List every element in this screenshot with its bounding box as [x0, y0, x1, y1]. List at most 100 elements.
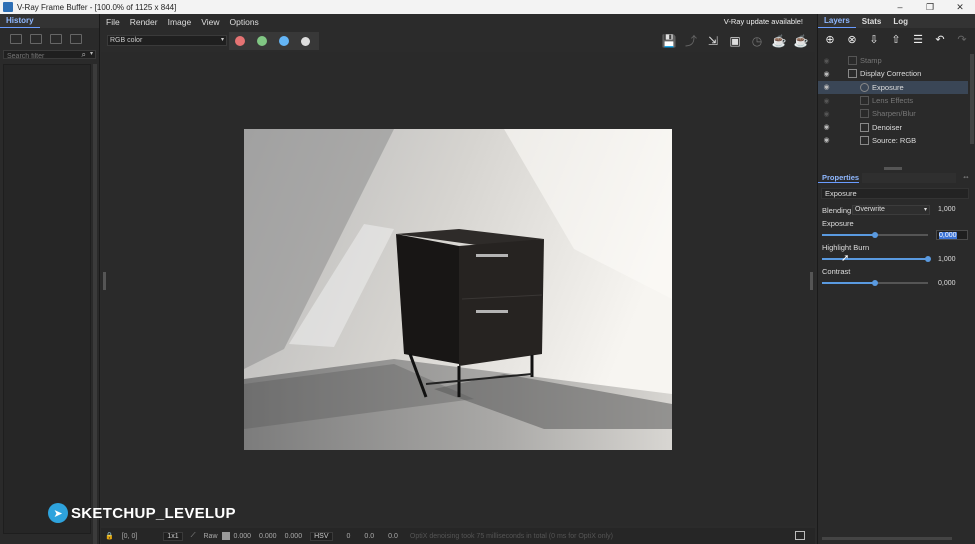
vray-app-icon [3, 2, 13, 12]
blue-channel-button[interactable] [279, 36, 289, 46]
pixel-ratio-select[interactable]: 1x1 [163, 531, 183, 541]
stamp-layer-icon [848, 56, 857, 66]
exposure-slider-handle[interactable] [872, 232, 878, 238]
visibility-eye-icon[interactable]: ◉ [822, 123, 831, 131]
menu-options[interactable]: Options [225, 17, 264, 27]
telegram-icon: ➤ [48, 503, 68, 523]
visibility-eye-icon[interactable]: ◉ [822, 57, 831, 65]
contrast-value-field[interactable]: 0,000 [936, 279, 968, 289]
save-image-icon[interactable]: 💾 [661, 33, 677, 48]
menu-view[interactable]: View [196, 17, 224, 27]
rendered-image [244, 129, 672, 450]
visibility-eye-icon[interactable]: ◉ [822, 83, 831, 91]
blending-mode-select[interactable]: Overwrite ▾ [852, 205, 930, 215]
exposure-value-field[interactable]: 0,000 [936, 230, 968, 240]
stop-render-icon[interactable]: ◷ [749, 33, 765, 48]
color-swatch [221, 532, 230, 540]
layer-lens-effects[interactable]: ◉ Lens Effects [818, 94, 968, 107]
highlight-burn-value-field[interactable]: 1,000 [936, 255, 968, 265]
highlight-burn-slider[interactable] [822, 256, 931, 262]
mouse-cursor-icon: ➚ [841, 253, 850, 264]
layer-exposure[interactable]: ◉ Exposure [818, 80, 968, 94]
layer-name: Lens Effects [872, 96, 914, 106]
layer-stamp[interactable]: ◉ Stamp [818, 54, 968, 67]
tab-layers[interactable]: Layers [818, 14, 856, 28]
red-channel-button[interactable] [235, 36, 245, 46]
chevron-down-icon: ▾ [923, 207, 927, 213]
contrast-slider-handle[interactable] [872, 280, 878, 286]
visibility-eye-icon[interactable]: ◉ [822, 110, 831, 118]
update-notice[interactable]: V-Ray update available! [724, 17, 803, 26]
layer-denoiser[interactable]: ◉ Denoiser [818, 120, 968, 133]
history-save-icon[interactable] [10, 34, 22, 44]
lock-icon[interactable]: 🔒 [101, 532, 118, 540]
redo-icon[interactable]: ↷ [955, 32, 969, 46]
channel-select[interactable]: RGB color ▾ [107, 35, 227, 46]
left-panel-splitter[interactable] [103, 272, 106, 290]
color-picker-icon[interactable]: ⟋ [187, 532, 200, 540]
history-remove-icon[interactable] [70, 34, 82, 44]
history-list[interactable] [3, 64, 91, 534]
export-icon[interactable]: ⤴ [683, 33, 699, 48]
delete-layer-icon[interactable]: ⊗ [845, 32, 859, 46]
pixel-coords: [0, 0] [121, 532, 138, 540]
vfb-toolbar: RGB color ▾ 💾 ⤴ ⇲ ▣ ◷ ☕ ☕ [101, 30, 815, 52]
layer-source-rgb[interactable]: ◉ Source: RGB [818, 134, 968, 147]
hsv-h-value: 0 [346, 532, 351, 540]
panel-divider-grip[interactable] [884, 167, 902, 170]
layer-name: Stamp [860, 56, 882, 66]
raw-label[interactable]: Raw [200, 533, 222, 540]
exposure-row: 0,000 [822, 230, 968, 242]
contrast-slider[interactable] [822, 280, 928, 286]
menu-file[interactable]: File [101, 17, 125, 27]
visibility-eye-icon[interactable]: ◉ [822, 97, 831, 105]
maximize-button[interactable]: ❐ [915, 0, 945, 14]
chevron-down-icon: ▾ [220, 37, 224, 43]
tab-log[interactable]: Log [887, 15, 914, 28]
render-viewport[interactable] [101, 52, 815, 526]
green-channel-button[interactable] [257, 36, 267, 46]
blending-mode-value: Overwrite [855, 206, 885, 213]
layer-display-correction[interactable]: ◉ Display Correction [818, 67, 968, 80]
properties-title: Properties [818, 173, 860, 183]
create-layer-icon[interactable]: ⊕ [823, 32, 837, 46]
tab-stats[interactable]: Stats [856, 15, 888, 28]
exposure-slider[interactable] [822, 232, 928, 238]
interactive-render-icon[interactable]: ☕ [793, 33, 809, 48]
render-teapot-icon[interactable]: ☕ [771, 33, 787, 48]
properties-header: Properties ⇔ [818, 172, 975, 184]
visibility-eye-icon[interactable]: ◉ [822, 136, 831, 144]
layer-name-field[interactable]: Exposure [821, 188, 969, 199]
save-layers-icon[interactable]: ⇩ [867, 32, 881, 46]
close-button[interactable]: ✕ [945, 0, 975, 14]
region-render-icon[interactable]: ▣ [727, 33, 743, 48]
render-toolbar-icons: 💾 ⤴ ⇲ ▣ ◷ ☕ ☕ [661, 33, 809, 49]
contrast-label: Contrast [822, 267, 851, 276]
expand-icon[interactable]: ⇔ [962, 172, 970, 181]
properties-scrollbar[interactable] [822, 537, 952, 540]
undo-icon[interactable]: ↶ [933, 32, 947, 46]
hsv-s-value: 0.0 [364, 532, 375, 540]
track-mouse-icon[interactable]: ⇲ [705, 33, 721, 48]
log-icon[interactable] [795, 531, 805, 540]
history-load-icon[interactable] [50, 34, 62, 44]
history-search-input[interactable] [4, 52, 76, 61]
alpha-channel-button[interactable] [301, 36, 310, 46]
load-layers-icon[interactable]: ⇧ [889, 32, 903, 46]
right-panel-splitter[interactable] [810, 272, 813, 290]
menu-render[interactable]: Render [125, 17, 163, 27]
highlight-burn-slider-handle[interactable] [925, 256, 931, 262]
search-icon[interactable]: ⌕ [82, 50, 86, 60]
blending-amount-field[interactable]: 1,000 [936, 205, 968, 215]
history-compare-icon[interactable] [30, 34, 42, 44]
layers-scrollbar[interactable] [970, 54, 974, 144]
menu-image[interactable]: Image [163, 17, 197, 27]
visibility-eye-icon[interactable]: ◉ [822, 70, 831, 78]
minimize-button[interactable]: – [885, 0, 915, 14]
history-scrollbar[interactable] [93, 64, 97, 544]
tab-history[interactable]: History [0, 14, 40, 28]
chevron-down-icon[interactable]: ▾ [90, 50, 93, 57]
layer-sharpen-blur[interactable]: ◉ Sharpen/Blur [818, 107, 968, 120]
layer-list-icon[interactable]: ☰ [911, 32, 925, 46]
color-space-select[interactable]: HSV [310, 531, 333, 541]
